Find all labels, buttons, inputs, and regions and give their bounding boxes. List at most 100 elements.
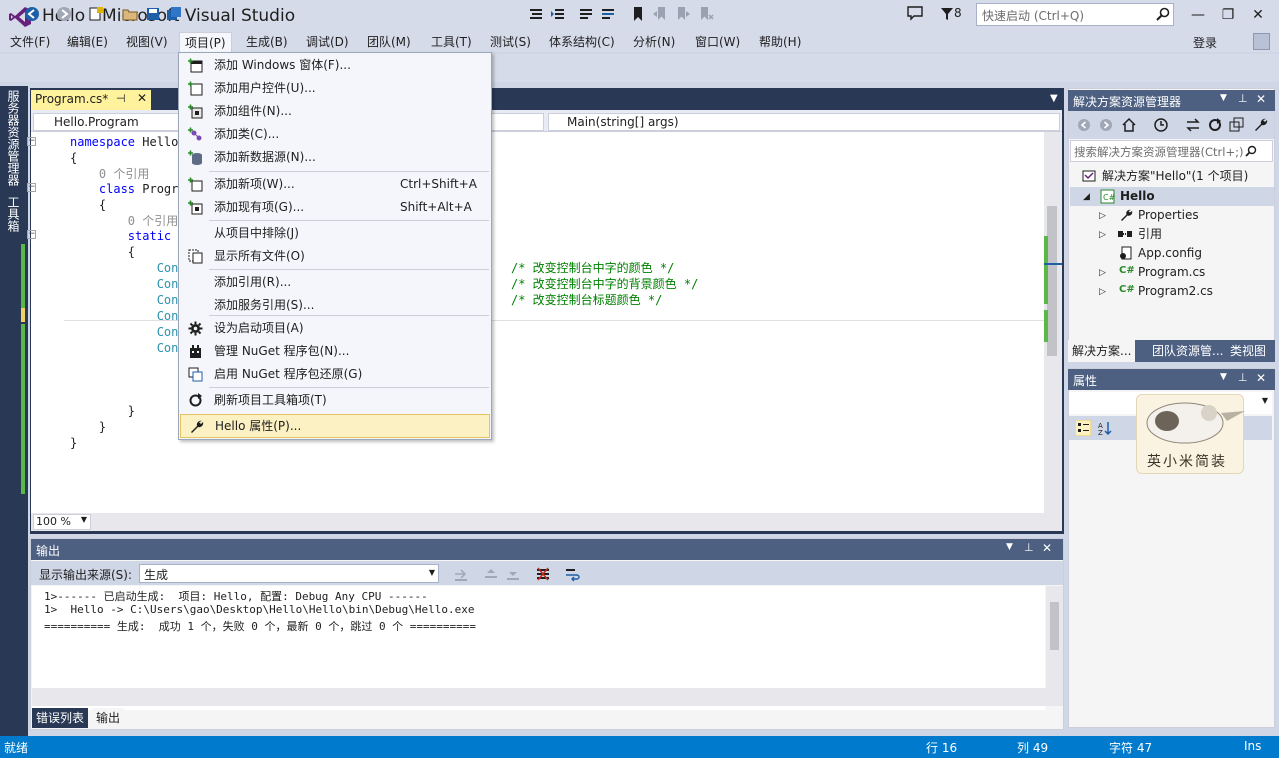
close-window-button[interactable]: ✕ [1243,4,1273,26]
menu-item-add-windows-form[interactable]: 添加 Windows 窗体(F)... [180,54,490,77]
document-tab-program-cs[interactable]: Program.cs* [31,90,151,110]
save-icon[interactable] [145,6,161,22]
next-bookmark-icon[interactable] [675,6,691,22]
comment-icon[interactable] [578,6,594,22]
back-icon[interactable] [1077,118,1091,132]
uncomment-icon[interactable] [600,6,616,22]
menu-view[interactable]: 视图(V) [121,32,173,52]
close-panel-icon[interactable]: ✕ [1042,541,1052,555]
navigate-forward-icon[interactable] [56,6,72,22]
solution-search-input[interactable]: 搜索解决方案资源管理器(Ctrl+;) [1070,140,1273,162]
menu-item-set-startup-project[interactable]: 设为启动项目(A) [180,317,490,340]
menu-analyze[interactable]: 分析(N) [628,32,680,52]
tree-item-solution[interactable]: 解决方案"Hello"(1 个项目) [1102,167,1248,186]
collapse-all-icon[interactable] [1229,117,1245,133]
menu-help[interactable]: 帮助(H) [754,32,806,52]
format-icon[interactable] [528,6,544,22]
quick-launch-input[interactable]: 快速启动 (Ctrl+Q) [976,3,1174,26]
scroll-thumb[interactable] [1047,206,1057,356]
save-all-icon[interactable] [166,6,182,22]
maximize-button[interactable]: ❐ [1213,4,1243,26]
menu-item-add-new-item[interactable]: 添加新项(W)... Ctrl+Shift+A [180,173,490,196]
refresh-icon[interactable] [1207,117,1223,133]
alphabetical-sort-icon[interactable]: AZ [1097,420,1113,436]
menu-item-add-existing-item[interactable]: 添加现有项(G)... Shift+Alt+A [180,196,490,219]
tree-item-references[interactable]: 引用 [1138,225,1162,244]
bookmark-icon[interactable] [630,6,646,22]
menu-test[interactable]: 测试(S) [485,32,536,52]
search-icon[interactable] [1156,7,1170,21]
sync-icon[interactable] [1185,117,1201,133]
reference-count-lens[interactable]: 0 个引用 [70,213,178,229]
output-vertical-scrollbar[interactable] [1046,586,1063,688]
tree-collapsed-icon[interactable]: ▷ [1099,287,1106,297]
menu-item-add-user-control[interactable]: 添加用户控件(U)... [180,77,490,100]
navigate-back-icon[interactable] [24,6,40,22]
pin-icon[interactable]: ⊥ [1238,371,1248,384]
menu-item-add-class[interactable]: 添加类(C)... [180,123,490,146]
pin-icon[interactable]: ⊥ [1024,541,1034,554]
server-explorer-tab[interactable]: 服务器资源管理器 [6,90,22,186]
menu-item-enable-nuget-restore[interactable]: 启用 NuGet 程序包还原(G) [180,363,490,386]
next-message-icon[interactable] [505,566,521,582]
tree-collapsed-icon[interactable]: ▷ [1099,230,1106,240]
collapse-class-icon[interactable]: − [27,183,36,192]
tab-solution-explorer[interactable]: 解决方案... [1068,340,1136,362]
close-panel-icon[interactable]: ✕ [1256,371,1266,385]
output-source-select[interactable]: 生成 ▼ [139,564,439,583]
menu-debug[interactable]: 调试(D) [301,32,354,52]
word-wrap-icon[interactable] [565,566,581,582]
tab-error-list[interactable]: 错误列表 [32,708,89,728]
pin-tab-icon[interactable]: ⊣ [116,92,126,105]
tab-overflow-icon[interactable]: ▼ [1050,93,1058,104]
menu-item-project-properties[interactable]: Hello 属性(P)... [180,414,490,438]
zoom-level-combo[interactable]: 100 % ▼ [33,514,91,530]
menu-tools[interactable]: 工具(T) [426,32,477,52]
menu-build[interactable]: 生成(B) [241,32,293,52]
indent-icon[interactable] [550,6,566,22]
collapse-namespace-icon[interactable]: − [27,137,36,146]
tree-item-program-cs[interactable]: Program.cs [1138,263,1205,282]
menu-file[interactable]: 文件(F) [5,32,55,52]
menu-window[interactable]: 窗口(W) [690,32,745,52]
new-project-icon[interactable] [88,6,104,22]
menu-item-manage-nuget[interactable]: 管理 NuGet 程序包(N)... [180,340,490,363]
menu-project[interactable]: 项目(P) [179,32,232,52]
menu-item-add-data-source[interactable]: 添加新数据源(N)... [180,146,490,169]
tab-output[interactable]: 输出 [92,708,125,728]
categorized-icon[interactable] [1075,420,1091,436]
editor-vertical-scrollbar[interactable] [1044,132,1062,513]
tree-item-program2-cs[interactable]: Program2.cs [1138,282,1213,301]
member-navigation-combo[interactable]: Main(string[] args) [548,113,1060,131]
menu-item-show-all-files[interactable]: 显示所有文件(O) [180,245,490,268]
reference-count-lens[interactable]: 0 个引用 [70,166,149,182]
open-file-icon[interactable] [122,6,138,22]
menu-item-add-service-reference[interactable]: 添加服务引用(S)... [180,294,490,317]
forward-icon[interactable] [1099,118,1113,132]
goto-error-icon[interactable] [453,566,469,582]
menu-edit[interactable]: 编辑(E) [62,32,113,52]
prev-message-icon[interactable] [483,566,499,582]
tree-collapsed-icon[interactable]: ▷ [1099,211,1106,221]
editor-horizontal-scrollbar[interactable] [31,513,1062,531]
notification-icon[interactable] [906,5,924,21]
panel-menu-icon[interactable]: ▼ [1220,93,1227,103]
tree-expanded-icon[interactable]: ◢ [1083,192,1090,202]
menu-item-add-component[interactable]: 添加组件(N)... [180,100,490,123]
avatar[interactable] [1253,33,1270,50]
minimize-button[interactable]: — [1183,4,1213,26]
feedback-filter-icon[interactable] [941,8,953,23]
tree-item-properties[interactable]: Properties [1138,206,1199,225]
home-icon[interactable] [1121,117,1137,133]
menu-item-exclude-from-project[interactable]: 从项目中排除(J) [180,222,490,245]
menu-architecture[interactable]: 体系结构(C) [544,32,620,52]
search-icon[interactable] [1245,145,1257,157]
tab-team-explorer[interactable]: 团队资源管... [1148,340,1227,362]
panel-menu-icon[interactable]: ▼ [1220,372,1227,382]
menu-team[interactable]: 团队(M) [362,32,416,52]
toolbox-tab[interactable]: 工具箱 [6,196,22,232]
tree-item-project[interactable]: Hello [1120,187,1155,206]
menu-item-add-reference[interactable]: 添加引用(R)... [180,271,490,294]
tree-item-app-config[interactable]: App.config [1138,244,1202,263]
close-tab-icon[interactable]: ✕ [137,92,149,104]
